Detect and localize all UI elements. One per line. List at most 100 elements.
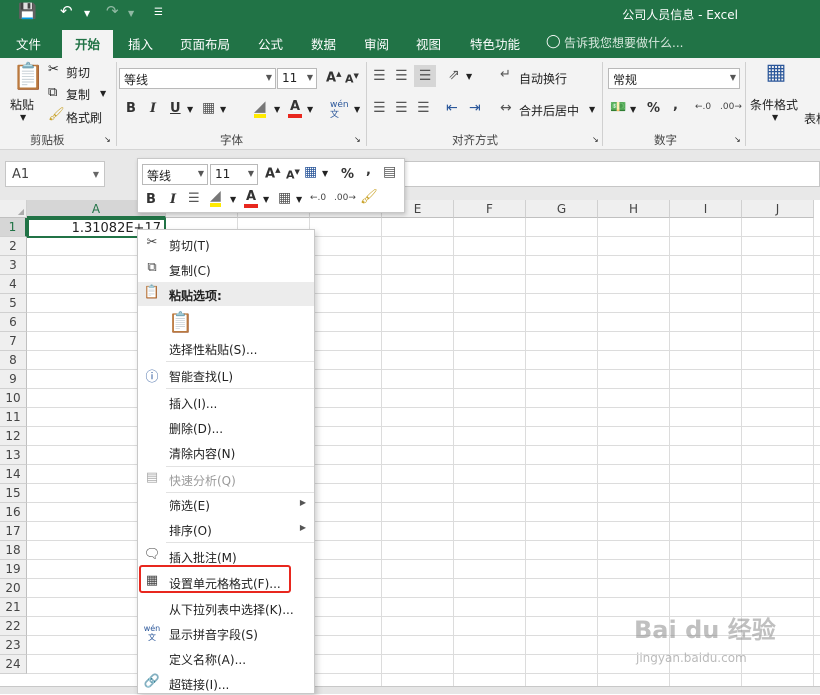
mini-increase-decimal-icon[interactable]: ←.0 (310, 193, 326, 203)
customize-quick-access-icon[interactable]: ☰ (154, 8, 163, 18)
save-icon[interactable]: 💾 (18, 4, 37, 19)
orientation-icon[interactable]: ⇗ (448, 68, 460, 82)
row-header[interactable]: 11 (0, 408, 27, 427)
mini-align-icon[interactable]: ☰ (188, 192, 200, 205)
conditional-format-button[interactable]: 条件格式 (750, 96, 798, 113)
align-center-icon[interactable]: ☰ (395, 101, 408, 115)
increase-indent-icon[interactable]: ⇥ (469, 101, 481, 115)
copy-button[interactable]: 复制 (66, 86, 90, 103)
column-header[interactable]: F (454, 200, 526, 218)
align-middle-icon[interactable]: ☰ (395, 69, 408, 83)
row-header[interactable]: 21 (0, 598, 27, 617)
row-header[interactable]: 12 (0, 427, 27, 446)
undo-dropdown-icon[interactable]: ▼ (84, 10, 90, 18)
menu-item-smart-lookup[interactable]: ⓘ 智能查找(L) (138, 363, 314, 387)
borders-icon[interactable]: ▦ (202, 101, 215, 115)
paste-button[interactable]: 粘贴 (10, 96, 34, 113)
borders-dropdown-icon[interactable]: ▼ (220, 106, 226, 114)
mini-italic-button[interactable]: I (170, 192, 176, 207)
formula-input[interactable] (400, 161, 820, 187)
row-header[interactable]: 7 (0, 332, 27, 351)
format-as-table-button[interactable]: 表格 (804, 110, 820, 127)
bold-button[interactable]: B (126, 101, 136, 116)
percent-style-button[interactable]: % (647, 101, 660, 116)
menu-item-insert[interactable]: 插入(I)... (138, 390, 314, 414)
font-color-icon[interactable]: A (288, 99, 303, 118)
phonetic-button[interactable]: wén文 (330, 100, 350, 120)
mini-increase-font-icon[interactable]: A▲ (265, 166, 280, 181)
row-header[interactable]: 3 (0, 256, 27, 275)
row-header[interactable]: 23 (0, 636, 27, 655)
row-header[interactable]: 20 (0, 579, 27, 598)
mini-decrease-font-icon[interactable]: A▼ (286, 168, 300, 182)
undo-icon[interactable]: ↶ (60, 4, 73, 19)
row-header[interactable]: 8 (0, 351, 27, 370)
underline-button[interactable]: U (170, 101, 181, 116)
align-left-icon[interactable]: ☰ (373, 101, 386, 115)
mini-borders-dropdown-icon[interactable]: ▼ (296, 196, 302, 204)
mini-font-color-icon[interactable]: A (244, 189, 259, 208)
mini-fill-color-icon[interactable]: ◢ (210, 189, 221, 207)
mini-fill-dropdown-icon[interactable]: ▼ (230, 196, 236, 204)
menu-item-define-name[interactable]: 定义名称(A)... (138, 646, 314, 670)
tab-data[interactable]: 数据 (311, 34, 336, 53)
row-header[interactable]: 2 (0, 237, 27, 256)
tell-me-box[interactable]: 告诉我您想要做什么... (564, 34, 683, 51)
row-header[interactable]: 13 (0, 446, 27, 465)
font-color-dropdown-icon[interactable]: ▼ (307, 106, 313, 114)
font-size-combo[interactable]: 11 ▼ (277, 68, 317, 89)
wrap-text-button[interactable]: 自动换行 (519, 70, 567, 87)
redo-dropdown-icon[interactable]: ▼ (128, 10, 134, 18)
row-header[interactable]: 4 (0, 275, 27, 294)
cut-button[interactable]: 剪切 (66, 64, 90, 81)
row-header[interactable]: 9 (0, 370, 27, 389)
align-bottom-icon[interactable]: ☰ (414, 65, 436, 87)
redo-icon[interactable]: ↷ (106, 4, 119, 19)
fill-color-dropdown-icon[interactable]: ▼ (274, 106, 280, 114)
mini-number-format-icon[interactable]: ▦ (304, 165, 317, 179)
mini-decrease-decimal-icon[interactable]: .00→ (334, 193, 356, 203)
number-launcher-icon[interactable]: ↘ (734, 136, 741, 144)
conditional-format-dropdown-icon[interactable]: ▼ (772, 114, 778, 122)
tab-review[interactable]: 审阅 (364, 34, 389, 53)
row-header[interactable]: 5 (0, 294, 27, 313)
mini-comma-button[interactable]: , (366, 163, 371, 178)
row-header[interactable]: 16 (0, 503, 27, 522)
row-header[interactable]: 10 (0, 389, 27, 408)
accounting-dropdown-icon[interactable]: ▼ (630, 106, 636, 114)
font-launcher-icon[interactable]: ↘ (354, 136, 361, 144)
menu-item-paste-special[interactable]: 选择性粘贴(S)... (138, 336, 314, 360)
mini-number-format-dropdown-icon[interactable]: ▼ (322, 170, 328, 178)
tab-special[interactable]: 特色功能 (470, 34, 520, 53)
row-header[interactable]: 19 (0, 560, 27, 579)
menu-item-pick-from-list[interactable]: 从下拉列表中选择(K)... (138, 596, 314, 620)
tab-file[interactable]: 文件 (16, 34, 41, 53)
menu-item-sort[interactable]: 排序(O) ▶ (138, 517, 314, 541)
fill-color-icon[interactable]: ◢ (254, 99, 266, 118)
row-header[interactable]: 18 (0, 541, 27, 560)
row-header[interactable]: 14 (0, 465, 27, 484)
decrease-font-icon[interactable]: A▼ (345, 72, 359, 86)
select-all-corner[interactable]: ◢ (0, 200, 27, 218)
alignment-launcher-icon[interactable]: ↘ (592, 136, 599, 144)
font-name-combo[interactable]: 等线 ▼ (119, 68, 276, 89)
accounting-format-icon[interactable]: 💵 (610, 101, 626, 114)
column-header[interactable]: G (526, 200, 598, 218)
menu-item-phonetic[interactable]: wén 文显示拼音字段(S) (138, 621, 314, 645)
name-box[interactable]: A1 ▼ (5, 161, 105, 187)
tab-view[interactable]: 视图 (416, 34, 441, 53)
row-header[interactable]: 6 (0, 313, 27, 332)
merge-dropdown-icon[interactable]: ▼ (589, 106, 595, 114)
mini-bold-button[interactable]: B (146, 192, 156, 207)
align-right-icon[interactable]: ☰ (417, 101, 430, 115)
italic-button[interactable]: I (150, 101, 156, 116)
mini-percent-button[interactable]: % (341, 167, 354, 182)
mini-font-combo[interactable]: 等线 ▼ (142, 164, 208, 185)
menu-item-copy[interactable]: ⧉ 复制(C) (138, 257, 314, 281)
clipboard-launcher-icon[interactable]: ↘ (104, 136, 111, 144)
row-header[interactable]: 15 (0, 484, 27, 503)
row-header[interactable]: 17 (0, 522, 27, 541)
row-header[interactable]: 24 (0, 655, 27, 674)
align-top-icon[interactable]: ☰ (373, 69, 386, 83)
row-header[interactable]: 1 (0, 218, 27, 237)
